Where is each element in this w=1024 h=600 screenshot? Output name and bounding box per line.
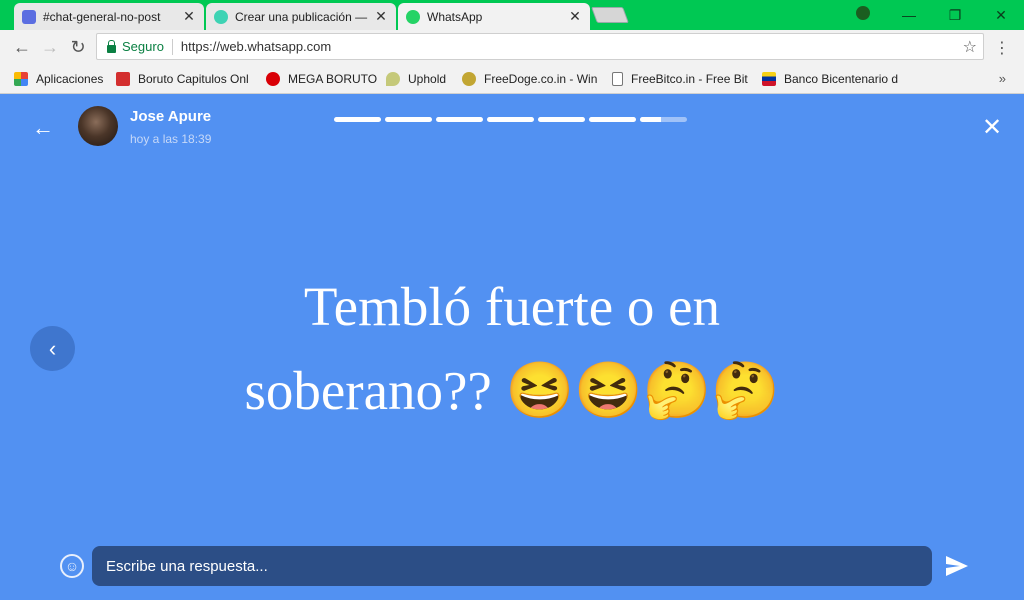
progress-segment-fill [538,117,585,122]
bookmark-uphold[interactable]: Uphold [386,71,446,87]
contact-name: Jose Apure [130,108,212,125]
steemit-icon [214,9,228,24]
bookmark-label: Boruto Capitulos Onl [138,72,249,86]
tab-close-icon[interactable]: ✕ [374,8,388,25]
new-tab-button[interactable] [591,7,629,23]
browser-tab-strip: #chat-general-no-post ✕ Crear una public… [0,0,1024,30]
previous-status-button[interactable]: ‹ [30,326,75,371]
apps-grid-icon [14,72,28,86]
tab-whatsapp[interactable]: WhatsApp ✕ [398,3,590,30]
chevron-left-icon: ‹ [48,335,57,361]
tab-close-icon[interactable]: ✕ [182,8,196,25]
close-icon[interactable]: ✕ [982,113,1002,142]
send-icon[interactable] [944,554,970,578]
browser-toolbar: ← → ↻ Seguro https://web.whatsapp.com ☆ [0,30,1024,64]
bookmark-freebitco[interactable]: FreeBitco.in - Free Bit [612,71,748,87]
profile-icon[interactable] [856,6,870,20]
more-bookmarks-icon[interactable]: » [999,71,1006,86]
bookmark-aplicaciones[interactable]: Aplicaciones [14,71,103,87]
bookmark-label: FreeBitco.in - Free Bit [631,72,748,86]
tab-title: #chat-general-no-post [43,9,161,24]
browser-menu-icon[interactable]: ⋮ [994,38,1010,58]
status-text-line: Tembló fuerte o en [303,276,721,337]
progress-segment-fill [487,117,534,122]
reply-input[interactable] [92,546,932,586]
tab-close-icon[interactable]: ✕ [568,8,582,25]
progress-segment [589,117,636,122]
tab-steemit[interactable]: Crear una publicación — ✕ [206,3,396,30]
status-progress-bar [334,117,687,122]
url-text[interactable]: https://web.whatsapp.com [181,39,331,54]
status-text: Tembló fuerte o en soberano?? 😆😆🤔🤔 [212,265,812,433]
bookmarks-bar: Aplicaciones Boruto Capitulos Onl MEGA B… [0,64,1024,94]
avatar[interactable] [78,106,118,146]
forward-button[interactable]: → [36,37,64,58]
bookmark-label: Banco Bicentenario d [784,72,899,86]
divider [171,38,173,55]
emoji-icon[interactable]: ☺ [60,554,84,578]
tab-title: WhatsApp [427,9,483,24]
progress-segment [487,117,534,122]
bookmark-label: MEGA BORUTO [288,72,378,86]
status-text-line: soberano?? 😆😆🤔🤔 [244,360,780,421]
secure-label: Seguro [122,39,164,54]
window-controls: — ❐ ✕ [886,0,1024,30]
doge-icon [462,72,476,86]
bookmark-label: FreeDoge.co.in - Win [484,72,598,86]
page-icon [612,72,623,86]
progress-segment-fill [436,117,483,122]
progress-segment [640,117,687,122]
progress-segment-fill [385,117,432,122]
lock-icon [107,39,116,53]
window-close-button[interactable]: ✕ [978,7,1024,24]
mega-icon [266,72,280,86]
boruto-icon [116,72,130,86]
emoji-glyph: ☺ [64,558,80,574]
progress-segment [436,117,483,122]
bookmark-banco-bicentenario[interactable]: Banco Bicentenario d [762,71,898,87]
status-timestamp: hoy a las 18:39 [130,132,212,146]
venezuela-flag-icon [762,72,776,86]
progress-segment [538,117,585,122]
back-arrow-icon[interactable]: ← [32,115,54,141]
tab-title: Crear una publicación — [235,9,368,24]
uphold-icon [386,72,400,86]
bookmark-label: Uphold [408,72,447,86]
reload-button[interactable]: ↻ [64,37,92,58]
address-bar[interactable]: Seguro https://web.whatsapp.com ☆ [96,33,984,60]
progress-segment-fill [640,117,662,122]
bookmark-star-icon[interactable]: ☆ [963,37,977,57]
progress-segment-fill [334,117,381,122]
restore-button[interactable]: ❐ [932,7,978,24]
whatsapp-icon [406,9,420,24]
progress-segment [385,117,432,122]
progress-segment-fill [589,117,636,122]
discord-icon [22,9,36,24]
bookmark-boruto[interactable]: Boruto Capitulos Onl [116,71,249,87]
progress-segment [334,117,381,122]
bookmark-label: Aplicaciones [36,72,104,86]
bookmark-mega-boruto[interactable]: MEGA BORUTO [266,71,377,87]
tab-discord[interactable]: #chat-general-no-post ✕ [14,3,204,30]
back-button[interactable]: ← [8,37,36,58]
bookmark-freedoge[interactable]: FreeDoge.co.in - Win [462,71,597,87]
minimize-button[interactable]: — [886,7,932,23]
status-viewer: ← Jose Apure hoy a las 18:39 ✕ ‹ Tembló … [0,95,1024,600]
